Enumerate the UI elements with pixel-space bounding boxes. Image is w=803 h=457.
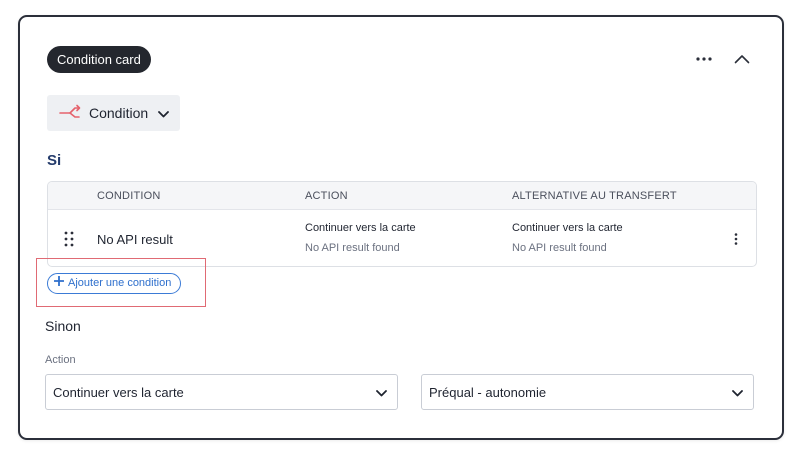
alternative-cell: Continuer vers la carte No API result fo… — [512, 222, 623, 254]
branch-icon — [59, 104, 83, 123]
more-vertical-icon[interactable] — [734, 232, 738, 250]
alternative-main: Continuer vers la carte — [512, 222, 623, 234]
column-header-alternative: ALTERNATIVE AU TRANSFERT — [512, 190, 677, 202]
chevron-up-icon[interactable] — [732, 49, 752, 69]
condition-type-label: Condition — [89, 105, 149, 121]
condition-name: No API result — [97, 232, 173, 247]
alternative-sub: No API result found — [512, 242, 607, 254]
chevron-down-icon — [732, 385, 743, 400]
drag-handle-icon[interactable] — [64, 231, 74, 252]
action-cell: Continuer vers la carte No API result fo… — [305, 222, 416, 254]
plus-icon — [53, 274, 65, 293]
more-horizontal-icon[interactable] — [694, 49, 714, 69]
sinon-target-value: Préqual - autonomie — [429, 384, 547, 400]
sinon-action-select[interactable]: Continuer vers la carte — [45, 374, 398, 410]
column-header-condition: CONDITION — [97, 190, 161, 202]
si-section-title: Si — [47, 152, 62, 169]
chevron-down-icon — [376, 385, 387, 400]
card-title-pill: Condition card — [47, 46, 151, 73]
add-condition-button[interactable]: Ajouter une condition — [47, 273, 182, 294]
add-condition-label: Ajouter une condition — [68, 277, 172, 289]
chevron-down-icon — [158, 105, 170, 121]
table-header: CONDITION ACTION ALTERNATIVE AU TRANSFER… — [48, 182, 756, 210]
condition-type-dropdown[interactable]: Condition — [47, 95, 180, 131]
card-header-actions — [694, 49, 752, 69]
sinon-target-select[interactable]: Préqual - autonomie — [421, 374, 754, 410]
action-main: Continuer vers la carte — [305, 222, 416, 234]
column-header-action: ACTION — [305, 190, 348, 202]
sinon-action-value: Continuer vers la carte — [53, 384, 184, 400]
conditions-table: CONDITION ACTION ALTERNATIVE AU TRANSFER… — [47, 181, 757, 267]
action-sub: No API result found — [305, 242, 400, 254]
